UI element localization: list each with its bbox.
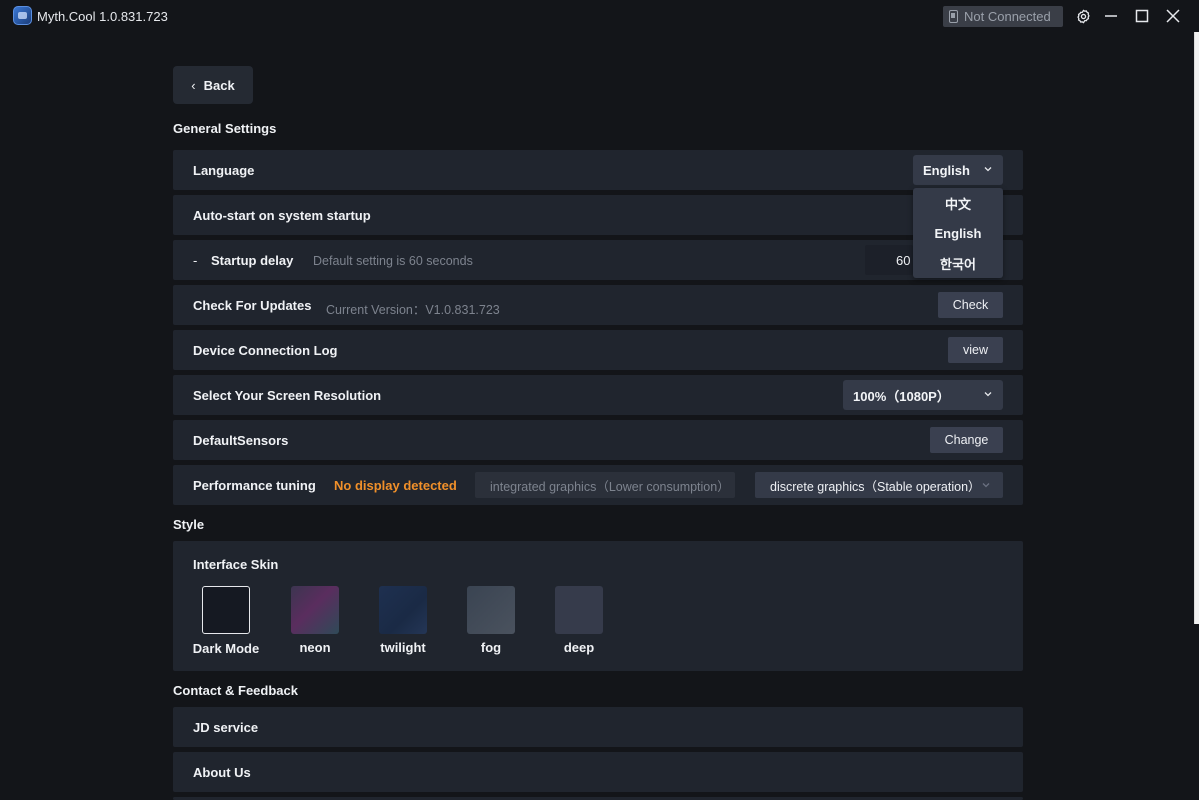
startup-delay-dash: - [193,253,198,268]
connection-log-label: Device Connection Log [193,343,338,358]
interface-skin-label: Interface Skin [193,557,279,572]
settings-gear-icon[interactable] [1074,7,1092,25]
jd-service-label: JD service [193,720,259,735]
app-title: Myth.Cool 1.0.831.723 [37,9,168,24]
scrollbar-thumb[interactable] [1194,32,1199,624]
skin-fog[interactable] [467,586,515,634]
startup-delay-input[interactable]: 60 [865,245,913,275]
startup-delay-hint: Default setting is 60 seconds [313,254,473,268]
no-display-warning: No display detected [334,478,457,493]
language-option-korean[interactable]: 한국어 [913,248,1003,278]
autostart-label: Auto-start on system startup [193,208,371,223]
updates-label: Check For Updates [193,298,312,313]
discrete-graphics-option[interactable]: discrete graphics（Stable operation） [755,472,1003,498]
performance-label: Performance tuning [193,478,316,493]
skin-label-neon: neon [299,640,331,655]
view-log-button[interactable]: view [948,337,1003,363]
connection-log-row: Device Connection Log view [173,330,1023,370]
language-label: Language [193,163,255,178]
skin-twilight[interactable] [379,586,427,634]
current-version-text: Current Version：V1.0.831.723 [326,303,500,317]
skin-label-dark-mode: Dark Mode [192,641,260,656]
integrated-graphics-option[interactable]: integrated graphics（Lower consumption） [475,472,735,498]
skin-neon[interactable] [291,586,339,634]
section-title-general: General Settings [173,121,277,136]
device-icon [949,10,958,23]
back-label: Back [203,77,235,93]
maximize-icon[interactable] [1133,7,1151,25]
check-updates-button[interactable]: Check [938,292,1003,318]
section-title-contact: Contact & Feedback [173,683,298,698]
language-option-english[interactable]: English [913,218,1003,248]
skin-deep[interactable] [555,586,603,634]
performance-row: Performance tuning No display detected i… [173,465,1023,505]
jd-service-row[interactable]: JD service [173,707,1023,747]
change-sensors-button[interactable]: Change [930,427,1003,453]
language-dropdown-menu: 中文 English 한국어 [913,188,1003,278]
minimize-icon[interactable] [1102,7,1120,25]
skin-label-deep: deep [563,640,595,655]
discrete-graphics-label: discrete graphics（Stable operation） [770,479,981,494]
language-option-chinese[interactable]: 中文 [913,188,1003,218]
about-us-row[interactable]: About Us [173,752,1023,792]
title-bar: Myth.Cool 1.0.831.723 Not Connected [0,0,1199,32]
chevron-down-icon [982,483,990,488]
default-sensors-row: DefaultSensors Change [173,420,1023,460]
close-icon[interactable] [1164,7,1182,25]
chevron-down-icon [984,167,992,172]
section-title-style: Style [173,517,205,532]
resolution-label: Select Your Screen Resolution [193,388,382,403]
default-sensors-label: DefaultSensors [193,433,289,448]
language-select[interactable]: English [913,155,1003,185]
language-selected-value: English [923,162,970,178]
resolution-row: Select Your Screen Resolution 100%（1080P… [173,375,1023,415]
skin-label-twilight: twilight [380,640,426,655]
startup-delay-row: - Startup delay Default setting is 60 se… [173,240,1023,280]
startup-delay-label: Startup delay [211,253,294,268]
back-button[interactable]: ‹ Back [173,66,253,104]
skin-label-fog: fog [480,640,502,655]
connection-status-text: Not Connected [964,9,1051,24]
resolution-selected-value: 100%（1080P） [853,388,950,404]
chevron-left-icon: ‹ [191,77,196,93]
skin-dark-mode[interactable] [202,586,250,634]
connection-status-badge[interactable]: Not Connected [943,6,1063,27]
autostart-row: Auto-start on system startup [173,195,1023,235]
chevron-down-icon [984,392,992,397]
about-us-label: About Us [193,765,251,780]
language-row: Language English [173,150,1023,190]
updates-row: Check For Updates Current Version：V1.0.8… [173,285,1023,325]
resolution-select[interactable]: 100%（1080P） [843,380,1003,410]
app-logo-icon [13,6,32,25]
interface-skin-panel: Interface Skin Dark Mode neon twilight f… [173,541,1023,671]
